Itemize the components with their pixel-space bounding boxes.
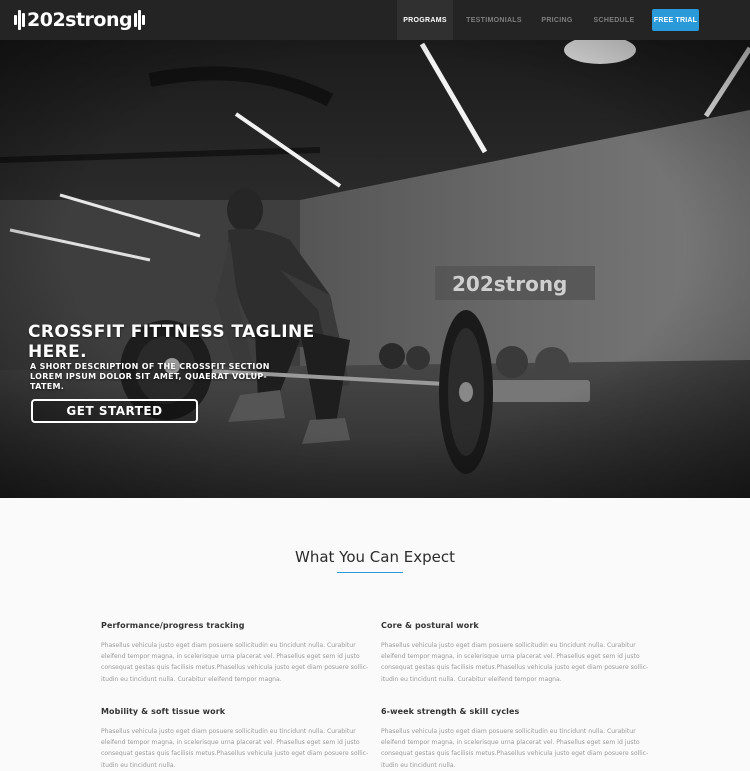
feature-title: Core & postural work — [381, 621, 479, 630]
top-nav: 202strong PROGRAMS TESTIMONIALS PRICING … — [0, 0, 750, 40]
feature-title: Mobility & soft tissue work — [101, 707, 226, 716]
hero-section: 202strong CROSSFIT FITTNESS TAGLINE HERE… — [0, 40, 750, 498]
feature-card: 6-week strength & skill cycles Phasellus… — [381, 707, 651, 771]
brand-logo[interactable]: 202strong — [14, 8, 146, 32]
section-title: What You Can Expect — [295, 548, 455, 566]
feature-text: Phasellus vehicula justo eget diam posue… — [101, 642, 369, 683]
feature-card: Core & postural work Phasellus vehicula … — [381, 621, 651, 685]
feature-title: Performance/progress tracking — [101, 621, 245, 630]
hero-description: A SHORT DESCRIPTION OF THE CROSSFIT SECT… — [30, 362, 270, 391]
section-divider — [337, 572, 403, 573]
feature-text: Phasellus vehicula justo eget diam posue… — [381, 642, 649, 683]
brand-name: 202strong — [27, 9, 133, 31]
get-started-button[interactable]: GET STARTED — [31, 399, 198, 423]
hero-background-image: 202strong — [0, 40, 750, 498]
feature-text: Phasellus vehicula justo eget diam posue… — [101, 728, 369, 769]
hero-title: CROSSFIT FITTNESS TAGLINE HERE. — [28, 322, 315, 362]
feature-text: Phasellus vehicula justo eget diam posue… — [381, 728, 649, 769]
nav-item-schedule[interactable]: SCHEDULE — [588, 0, 640, 40]
nav-item-pricing[interactable]: PRICING — [533, 0, 581, 40]
free-trial-button[interactable]: FREE TRIAL — [652, 9, 699, 31]
feature-card: Performance/progress tracking Phasellus … — [101, 621, 371, 685]
feature-card: Mobility & soft tissue work Phasellus ve… — [101, 707, 371, 771]
dumbbell-left-icon — [14, 9, 25, 31]
feature-title: 6-week strength & skill cycles — [381, 707, 520, 716]
nav-item-programs[interactable]: PROGRAMS — [397, 0, 453, 40]
dumbbell-right-icon — [134, 9, 146, 31]
nav-item-testimonials[interactable]: TESTIMONIALS — [462, 0, 526, 40]
